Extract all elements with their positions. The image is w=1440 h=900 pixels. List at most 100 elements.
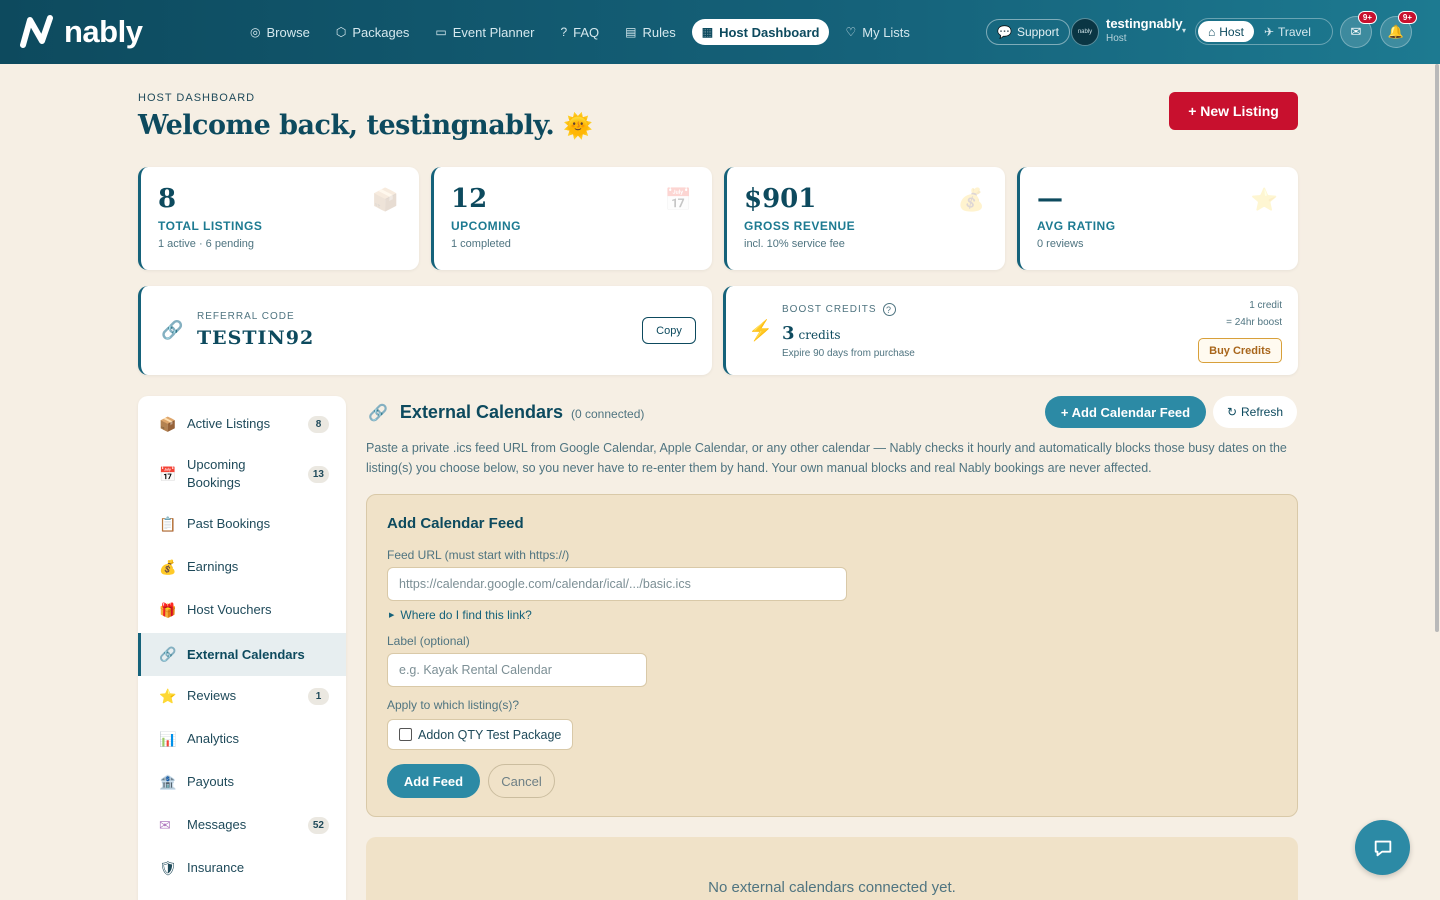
notifications-button[interactable]: 🔔 9+ bbox=[1380, 11, 1417, 48]
refresh-label: Refresh bbox=[1241, 405, 1284, 419]
nav-event-planner[interactable]: ▭ Event Planner bbox=[425, 19, 544, 45]
notifications-badge: 9+ bbox=[1397, 11, 1417, 24]
sidebar-item-messages[interactable]: ✉ Messages 52 bbox=[138, 811, 346, 839]
main-nav: ◎ Browse ⬡ Packages ▭ Event Planner ? FAQ ▤ R… bbox=[240, 19, 920, 45]
lightning-icon: ⚡ bbox=[748, 320, 773, 342]
help-icon: ? bbox=[560, 25, 568, 39]
refresh-button[interactable]: ↻ Refresh bbox=[1213, 396, 1297, 428]
add-calendar-feed-button[interactable]: + Add Calendar Feed bbox=[1045, 396, 1206, 428]
sidebar-item-active-listings[interactable]: 📦 Active Listings 8 bbox=[138, 410, 346, 438]
mode-host-button[interactable]: ⌂ Host bbox=[1198, 21, 1254, 42]
connected-count: (0 connected) bbox=[571, 407, 645, 421]
sidebar-item-reviews[interactable]: ⭐ Reviews 1 bbox=[138, 682, 346, 710]
nav-packages[interactable]: ⬡ Packages bbox=[326, 19, 420, 45]
stat-label: AVG RATING bbox=[1037, 219, 1116, 233]
sidebar-item-analytics[interactable]: 📊 Analytics bbox=[138, 725, 346, 753]
sidebar-item-label: Reviews bbox=[187, 688, 237, 703]
section-title: External Calendars bbox=[399, 402, 563, 422]
refresh-icon: ↻ bbox=[1226, 405, 1238, 419]
chat-widget-button[interactable] bbox=[1355, 820, 1410, 875]
sidebar-item-host-vouchers[interactable]: 🎁 Host Vouchers bbox=[138, 596, 346, 624]
help-icon[interactable]: ? bbox=[882, 303, 896, 316]
user-role: Host bbox=[1106, 33, 1127, 44]
stat-value: $901 bbox=[744, 184, 817, 214]
form-title: Add Calendar Feed bbox=[387, 515, 524, 532]
sidebar-item-earnings[interactable]: 💰 Earnings bbox=[138, 553, 346, 581]
grid-icon: ▦ bbox=[701, 25, 714, 39]
heart-icon: ♡ bbox=[845, 25, 857, 39]
copy-referral-button[interactable]: Copy bbox=[642, 317, 696, 344]
listing-checkbox-option[interactable]: Addon QTY Test Package bbox=[387, 719, 574, 750]
envelope-icon: ✉ bbox=[159, 816, 171, 833]
map-icon: ▭ bbox=[435, 25, 447, 39]
user-menu[interactable]: testingnably Host bbox=[1106, 16, 1183, 44]
find-link-disclosure[interactable]: ▶ Where do I find this link? bbox=[389, 608, 532, 622]
boost-count-unit: credits bbox=[798, 328, 841, 342]
clipboard-icon: 📋 bbox=[159, 515, 177, 532]
bank-icon: 🏦 bbox=[159, 773, 177, 790]
compass-icon: ◎ bbox=[250, 25, 261, 39]
nav-faq[interactable]: ? FAQ bbox=[550, 19, 609, 45]
chevron-down-icon[interactable]: ▾ bbox=[1182, 26, 1186, 35]
clipboard-icon: ▤ bbox=[625, 25, 637, 39]
nably-logo[interactable]: nably bbox=[20, 12, 143, 52]
sidebar-item-label: Analytics bbox=[187, 731, 240, 746]
cancel-button[interactable]: Cancel bbox=[488, 764, 555, 798]
sidebar-item-payouts[interactable]: 🏦 Payouts bbox=[138, 768, 346, 796]
new-listing-button[interactable]: + New Listing bbox=[1169, 92, 1298, 130]
stat-value: 12 bbox=[451, 184, 488, 214]
stat-label: UPCOMING bbox=[451, 219, 521, 233]
boost-rate-line1: 1 credit bbox=[1249, 300, 1282, 311]
scrollbar-thumb[interactable] bbox=[1435, 64, 1439, 632]
count-badge: 13 bbox=[307, 465, 329, 483]
empty-state-card: No external calendars connected yet. bbox=[366, 837, 1298, 900]
referral-code: TESTIN92 bbox=[197, 327, 315, 349]
stat-label: TOTAL LISTINGS bbox=[158, 219, 263, 233]
stat-sub: incl. 10% service fee bbox=[744, 238, 845, 250]
nav-packages-label: Packages bbox=[352, 24, 410, 40]
sidebar-item-label: Active Listings bbox=[187, 416, 271, 431]
stat-card-upcoming: 12 UPCOMING 1 completed 📅 bbox=[431, 167, 712, 270]
mode-travel-button[interactable]: ✈ Travel bbox=[1254, 21, 1321, 42]
calendar-icon: 📅 bbox=[159, 465, 177, 482]
nav-my-lists[interactable]: ♡ My Lists bbox=[835, 19, 919, 45]
stat-card-gross-revenue: $901 GROSS REVENUE incl. 10% service fee… bbox=[724, 167, 1005, 270]
dashboard-sidebar: 📦 Active Listings 8 📅 Upcoming Bookings … bbox=[138, 396, 346, 900]
mode-travel-label: Travel bbox=[1278, 24, 1311, 39]
money-bag-icon: 💰 bbox=[159, 558, 177, 575]
sidebar-item-label: Past Bookings bbox=[187, 516, 271, 531]
sidebar-item-insurance[interactable]: 🛡 Insurance bbox=[138, 854, 346, 882]
add-feed-button[interactable]: Add Feed bbox=[387, 764, 480, 798]
mode-toggle: ⌂ Host ✈ Travel bbox=[1195, 18, 1333, 45]
nably-logo-icon bbox=[20, 15, 53, 48]
messages-badge: 9+ bbox=[1357, 11, 1377, 24]
feed-url-input[interactable] bbox=[387, 567, 847, 601]
sidebar-item-label: Earnings bbox=[187, 559, 239, 574]
checkbox[interactable] bbox=[399, 728, 412, 741]
label-input[interactable] bbox=[387, 653, 647, 687]
stat-value: 8 bbox=[158, 184, 177, 214]
support-button[interactable]: 💬 Support bbox=[986, 19, 1070, 45]
buy-credits-button[interactable]: Buy Credits bbox=[1198, 338, 1282, 363]
count-badge: 8 bbox=[308, 415, 329, 433]
sidebar-item-past-bookings[interactable]: 📋 Past Bookings bbox=[138, 510, 346, 538]
mail-icon: ✉ bbox=[1350, 24, 1362, 39]
sidebar-item-upcoming-bookings[interactable]: 📅 Upcoming Bookings 13 bbox=[138, 454, 346, 494]
find-link-label: Where do I find this link? bbox=[400, 608, 532, 622]
avatar[interactable]: nably bbox=[1071, 18, 1099, 46]
empty-state-text: No external calendars connected yet. bbox=[708, 879, 956, 896]
nav-browse[interactable]: ◎ Browse bbox=[240, 19, 320, 45]
stat-sub: 1 active · 6 pending bbox=[158, 238, 255, 250]
nav-host-dashboard[interactable]: ▦ Host Dashboard bbox=[691, 19, 830, 45]
nav-my-lists-label: My Lists bbox=[862, 24, 910, 40]
stat-sub: 0 reviews bbox=[1037, 238, 1084, 250]
money-bag-icon: 💰 bbox=[957, 187, 985, 212]
boost-rate-line2: = 24hr boost bbox=[1226, 317, 1282, 328]
nav-rules[interactable]: ▤ Rules bbox=[615, 19, 686, 45]
messages-button[interactable]: ✉ 9+ bbox=[1340, 11, 1377, 48]
sidebar-item-label: Messages bbox=[187, 817, 247, 832]
sidebar-item-external-calendars[interactable]: 🔗 External Calendars bbox=[138, 633, 346, 676]
section-header: 🔗 External Calendars (0 connected) bbox=[368, 402, 644, 423]
label-field-label: Label (optional) bbox=[387, 634, 470, 648]
nav-event-planner-label: Event Planner bbox=[452, 24, 535, 40]
